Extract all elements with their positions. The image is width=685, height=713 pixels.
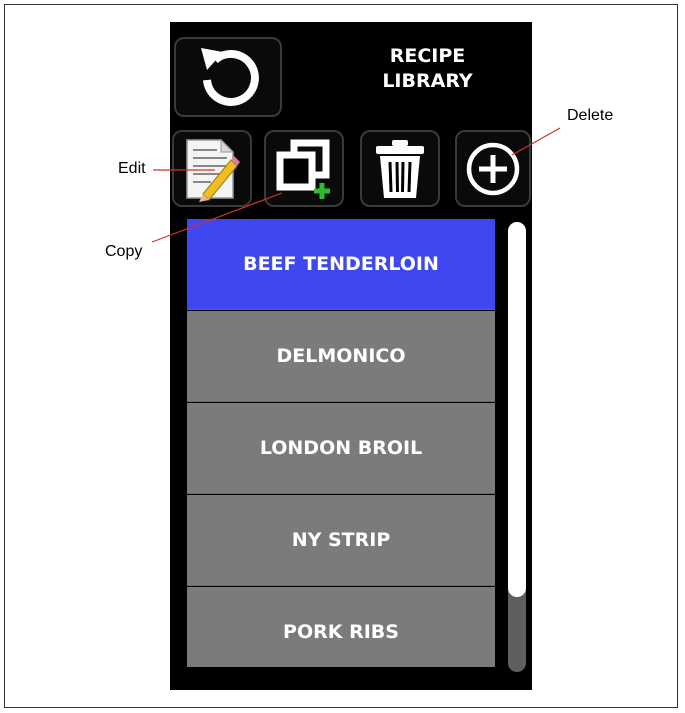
- delete-callout-line: [511, 127, 561, 156]
- copy-callout: Copy: [105, 243, 143, 260]
- copy-callout-line: [151, 192, 283, 243]
- edit-callout: Edit: [118, 160, 146, 177]
- delete-callout: Delete: [567, 107, 614, 124]
